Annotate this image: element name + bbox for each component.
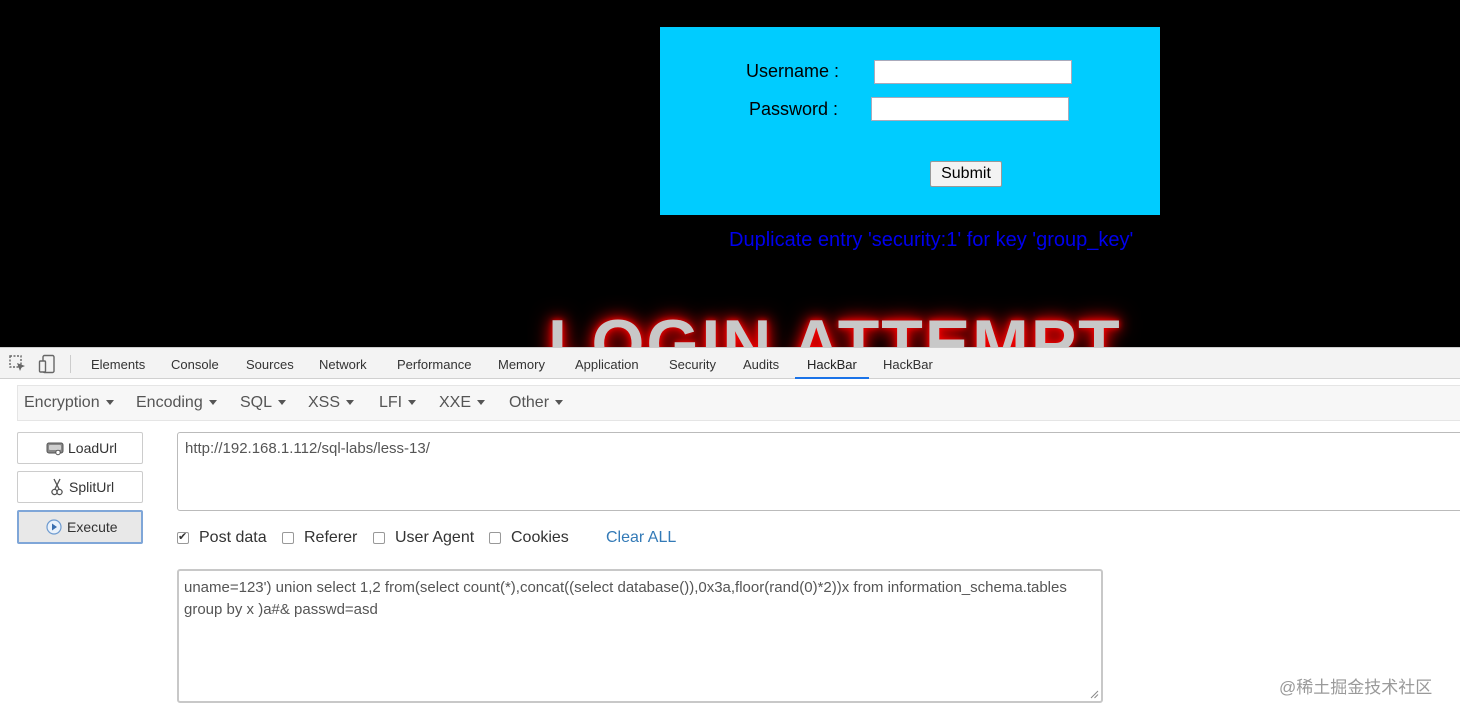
watermark: @稀土掘金技术社区 xyxy=(1279,678,1433,697)
menu-lfi-label: LFI xyxy=(379,394,403,411)
menu-other[interactable]: Other xyxy=(509,386,564,420)
url-value: http://192.168.1.112/sql-labs/less-13/ xyxy=(185,440,430,457)
tab-console[interactable]: Console xyxy=(171,348,219,379)
menu-encoding[interactable]: Encoding xyxy=(136,386,217,420)
spliturl-label: SplitUrl xyxy=(69,479,115,495)
post-data-checkbox[interactable] xyxy=(177,530,189,544)
execute-button[interactable]: Execute xyxy=(17,510,143,544)
execute-label: Execute xyxy=(67,519,118,535)
menu-xxe[interactable]: XXE xyxy=(439,386,486,420)
post-data-textarea[interactable]: uname=123') union select 1,2 from(select… xyxy=(177,569,1103,703)
hackbar-menu-bar: Encryption Encoding SQL XSS LFI XXE Othe… xyxy=(17,385,1460,421)
cookies-label: Cookies xyxy=(511,529,569,546)
error-message: Duplicate entry 'security:1' for key 'gr… xyxy=(729,229,1134,251)
devtools-tabbar: Elements Console Sources Network Perform… xyxy=(0,347,1460,379)
menu-sql[interactable]: SQL xyxy=(240,386,287,420)
caret-down-icon xyxy=(208,400,217,406)
tab-performance[interactable]: Performance xyxy=(397,348,471,379)
devtools-panel: Elements Console Sources Network Perform… xyxy=(0,347,1460,713)
active-tab-indicator xyxy=(795,377,869,379)
load-url-icon xyxy=(46,442,64,456)
tab-divider xyxy=(70,355,71,373)
referer-checkbox[interactable] xyxy=(282,532,294,544)
loadurl-button[interactable]: LoadUrl xyxy=(17,432,143,464)
inspect-element-icon[interactable] xyxy=(8,354,28,374)
menu-encryption-label: Encryption xyxy=(24,394,100,411)
username-input[interactable] xyxy=(874,60,1072,84)
menu-encoding-label: Encoding xyxy=(136,394,203,411)
user-agent-checkbox[interactable] xyxy=(373,532,385,544)
tab-hackbar-active[interactable]: HackBar xyxy=(807,348,857,379)
play-icon xyxy=(46,519,62,535)
caret-down-icon xyxy=(105,400,114,406)
tab-elements[interactable]: Elements xyxy=(91,348,145,379)
resize-grip-icon[interactable] xyxy=(1090,690,1099,699)
user-agent-label: User Agent xyxy=(395,529,475,546)
tab-application[interactable]: Application xyxy=(575,348,639,379)
menu-lfi[interactable]: LFI xyxy=(379,386,417,420)
menu-xss-label: XSS xyxy=(308,394,341,411)
username-label: Username : xyxy=(746,61,840,81)
menu-sql-label: SQL xyxy=(240,394,273,411)
tab-hackbar[interactable]: HackBar xyxy=(883,348,933,379)
tab-security[interactable]: Security xyxy=(669,348,716,379)
caret-down-icon xyxy=(278,400,287,406)
url-textarea[interactable]: http://192.168.1.112/sql-labs/less-13/ xyxy=(177,432,1460,511)
clear-all-link[interactable]: Clear ALL xyxy=(606,529,676,547)
post-data-label: Post data xyxy=(199,529,267,546)
login-form: Username : Password : Submit xyxy=(660,27,1160,215)
password-input[interactable] xyxy=(871,97,1069,121)
menu-xxe-label: XXE xyxy=(439,394,472,411)
referer-label: Referer xyxy=(304,529,358,546)
spliturl-button[interactable]: SplitUrl xyxy=(17,471,143,503)
caret-down-icon xyxy=(408,400,417,406)
caret-down-icon xyxy=(555,400,564,406)
scissors-icon xyxy=(51,478,63,496)
tab-sources[interactable]: Sources xyxy=(246,348,294,379)
post-data-value: uname=123') union select 1,2 from(select… xyxy=(184,579,1067,618)
page-viewport: Username : Password : Submit Duplicate e… xyxy=(0,0,1460,347)
menu-xss[interactable]: XSS xyxy=(308,386,355,420)
loadurl-label: LoadUrl xyxy=(68,440,118,456)
menu-encryption[interactable]: Encryption xyxy=(24,386,114,420)
device-toolbar-icon[interactable] xyxy=(38,354,58,374)
tab-audits[interactable]: Audits xyxy=(743,348,779,379)
tab-network[interactable]: Network xyxy=(319,348,367,379)
caret-down-icon xyxy=(477,400,486,406)
cookies-checkbox[interactable] xyxy=(489,532,501,544)
caret-down-icon xyxy=(346,400,355,406)
menu-other-label: Other xyxy=(509,394,550,411)
tab-memory[interactable]: Memory xyxy=(498,348,545,379)
login-attempt-banner: LOGIN ATTEMPT xyxy=(548,306,1122,347)
password-label: Password : xyxy=(749,99,839,119)
submit-button[interactable]: Submit xyxy=(930,161,1002,187)
